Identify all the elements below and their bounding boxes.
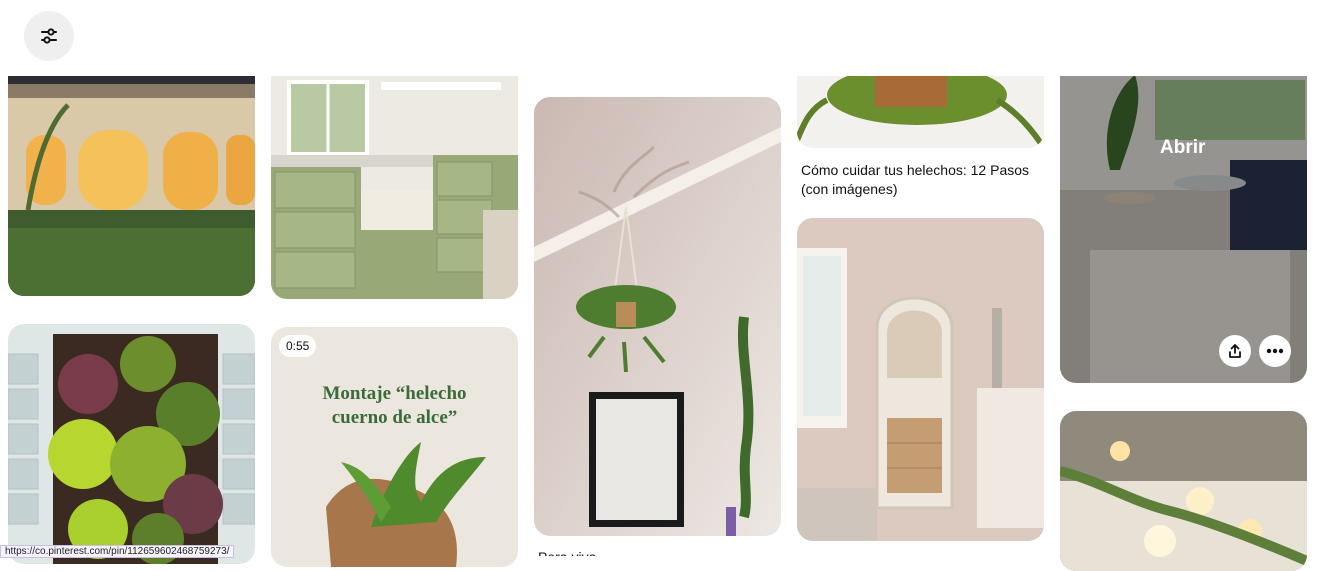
more-icon [1266, 348, 1284, 354]
pin-video-staghorn[interactable]: 0:55 Montaje “helecho cuerno de alce” [271, 327, 518, 567]
pin-hanging-fern-room[interactable] [534, 97, 781, 536]
pin-bedroom-cabinet[interactable] [797, 218, 1044, 541]
share-icon [1229, 344, 1241, 358]
pin-vertical-garden[interactable] [8, 324, 255, 564]
pin-wedding-table[interactable] [1060, 411, 1307, 571]
status-bar-url: https://co.pinterest.com/pin/11265960246… [0, 545, 235, 558]
top-bar [0, 0, 1324, 76]
open-label[interactable]: Abrir [1160, 137, 1205, 159]
pin-green-kitchen[interactable] [271, 60, 518, 299]
share-button[interactable] [1219, 335, 1251, 367]
video-duration-badge: 0:55 [279, 335, 317, 357]
pin-caption-ferns-care[interactable]: Cómo cuidar tus helechos: 12 Pasos (con … [801, 161, 1041, 199]
pin-living-room[interactable]: Abrir [1060, 60, 1307, 383]
video-title-line1: Montaje “helecho [322, 383, 467, 404]
pin-caption-tall-fern: Pera viva [538, 548, 778, 556]
sliders-icon [41, 28, 57, 44]
filter-button[interactable] [24, 11, 74, 61]
pin-house-night[interactable] [8, 60, 255, 296]
video-title-line2: cuerno de alce” [331, 407, 458, 428]
more-options-button[interactable] [1259, 335, 1291, 367]
